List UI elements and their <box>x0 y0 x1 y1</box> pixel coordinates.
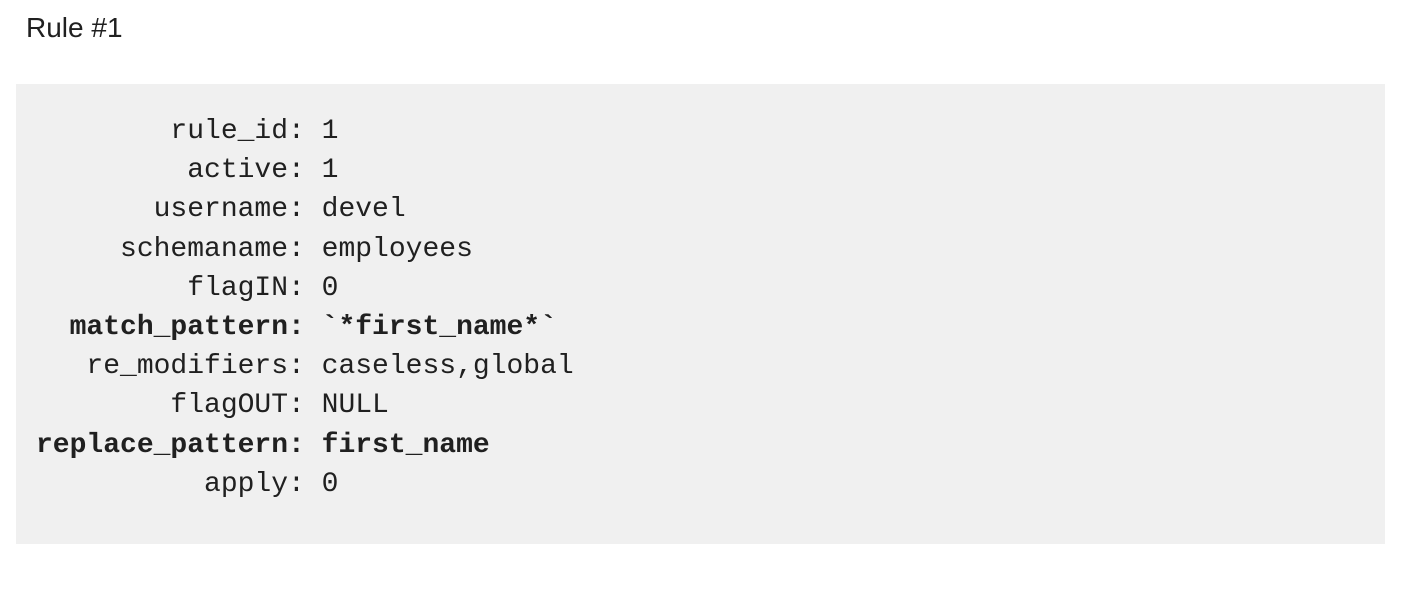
code-line: active: 1 <box>36 155 338 186</box>
code-line-value: 0 <box>305 469 339 500</box>
code-line-value: employees <box>305 234 473 265</box>
code-line-value: first_name <box>305 430 490 461</box>
code-line-label: rule_id: <box>36 116 305 147</box>
code-line: apply: 0 <box>36 469 338 500</box>
code-line: flagIN: 0 <box>36 273 338 304</box>
code-line: match_pattern: `*first_name*` <box>36 312 557 343</box>
code-line-label: apply: <box>36 469 305 500</box>
code-line: schemaname: employees <box>36 234 473 265</box>
code-line-label: flagIN: <box>36 273 305 304</box>
code-line-label: match_pattern: <box>36 312 305 343</box>
code-line-value: caseless,global <box>305 351 574 382</box>
code-line-value: 1 <box>305 155 339 186</box>
code-line: rule_id: 1 <box>36 116 338 147</box>
page: Rule #1 rule_id: 1 active: 1 username: d… <box>0 0 1401 544</box>
code-line-label: re_modifiers: <box>36 351 305 382</box>
code-line: username: devel <box>36 194 406 225</box>
code-line-value: NULL <box>305 390 389 421</box>
code-block: rule_id: 1 active: 1 username: devel sch… <box>16 84 1385 544</box>
rule-heading: Rule #1 <box>26 12 1401 44</box>
code-line-value: 0 <box>305 273 339 304</box>
code-line-label: flagOUT: <box>36 390 305 421</box>
code-content: rule_id: 1 active: 1 username: devel sch… <box>36 112 1365 504</box>
code-line: replace_pattern: first_name <box>36 430 490 461</box>
code-line: flagOUT: NULL <box>36 390 389 421</box>
code-line: re_modifiers: caseless,global <box>36 351 574 382</box>
code-line-value: devel <box>305 194 406 225</box>
code-line-value: 1 <box>305 116 339 147</box>
code-line-label: replace_pattern: <box>36 430 305 461</box>
code-line-value: `*first_name*` <box>305 312 557 343</box>
code-line-label: username: <box>36 194 305 225</box>
code-line-label: schemaname: <box>36 234 305 265</box>
code-line-label: active: <box>36 155 305 186</box>
